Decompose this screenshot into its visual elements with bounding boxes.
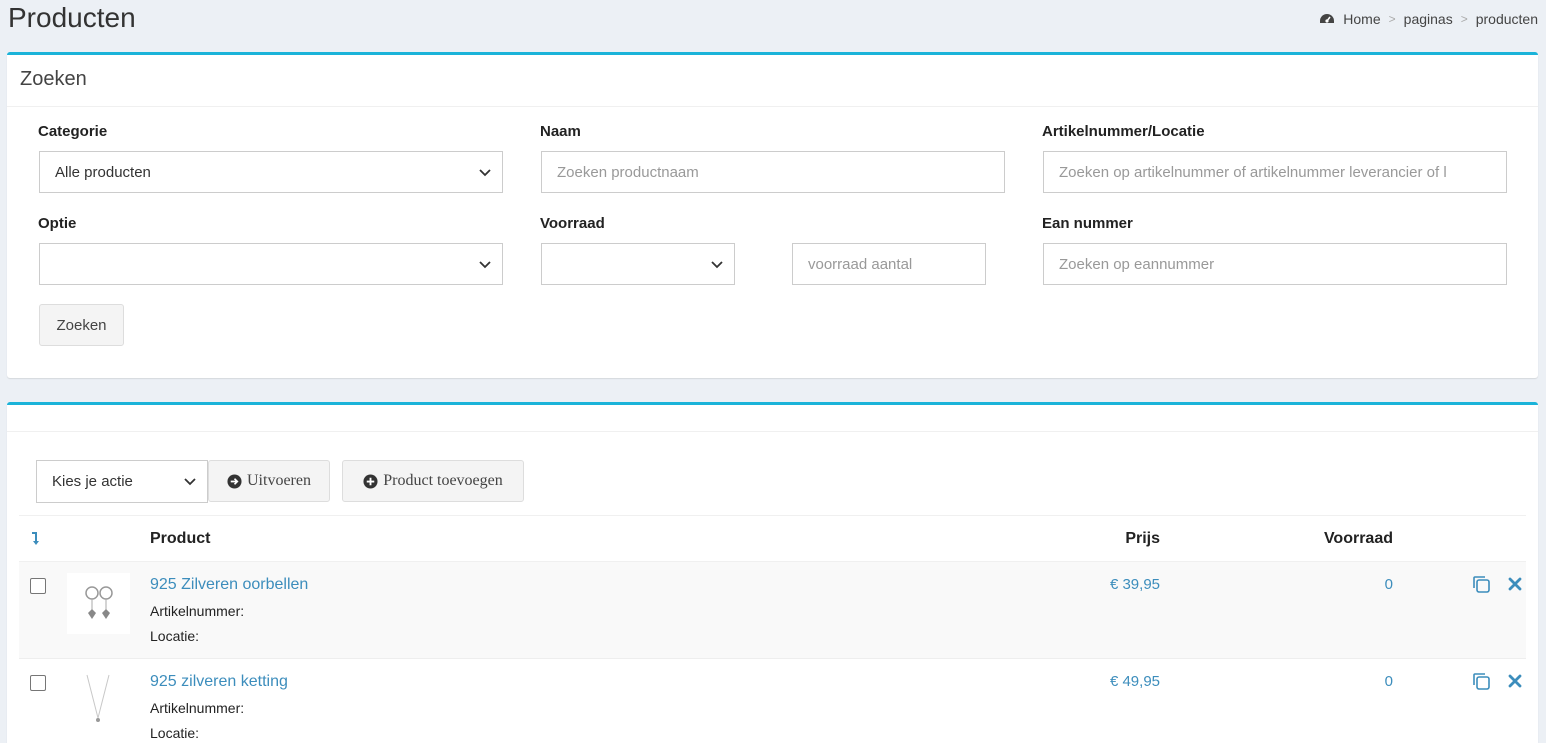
execute-label: Uitvoeren — [247, 472, 311, 489]
optie-select[interactable] — [39, 243, 503, 285]
add-product-button[interactable]: Product toevoegen — [342, 460, 524, 502]
chevron-down-icon — [711, 261, 723, 269]
product-name-link[interactable]: 925 Zilveren oorbellen — [150, 576, 308, 594]
breadcrumb-home[interactable]: Home — [1343, 11, 1380, 27]
stock-link[interactable]: 0 — [1385, 576, 1393, 593]
search-button[interactable]: Zoeken — [39, 304, 124, 346]
column-voorraad[interactable]: Voorraad — [1324, 530, 1393, 548]
locatie-text: Locatie: — [150, 725, 200, 741]
stock-link[interactable]: 0 — [1385, 673, 1393, 690]
table-row: 925 zilveren ketting Artikelnummer: Loca… — [19, 659, 1526, 743]
naam-input[interactable]: Zoeken productnaam — [541, 151, 1005, 193]
price-link[interactable]: € 39,95 — [1110, 576, 1160, 593]
search-panel: Zoeken Categorie Alle producten Naam Zoe… — [7, 52, 1538, 378]
page-title: Producten — [8, 2, 136, 33]
dashboard-icon — [1320, 14, 1335, 23]
voorraad-label: Voorraad — [540, 215, 605, 232]
artikelnummer-input[interactable]: Zoeken op artikelnummer of artikelnummer… — [1043, 151, 1507, 193]
product-list-header — [7, 405, 1538, 432]
table-header: Product Prijs Voorraad — [19, 515, 1526, 562]
voorraad-aantal-input[interactable]: voorraad aantal — [792, 243, 986, 285]
chevron-down-icon — [479, 261, 491, 269]
breadcrumb-paginas[interactable]: paginas — [1404, 11, 1453, 27]
table-row: 925 Zilveren oorbellen Artikelnummer: Lo… — [19, 562, 1526, 659]
close-icon[interactable] — [1506, 672, 1524, 690]
bulk-action-select[interactable]: Kies je actie — [36, 460, 208, 503]
categorie-label: Categorie — [38, 123, 108, 140]
copy-icon[interactable] — [1471, 671, 1491, 691]
product-thumbnail-necklace[interactable] — [67, 670, 130, 731]
product-thumbnail-earrings[interactable] — [67, 573, 130, 634]
artikelnummer-text: Artikelnummer: — [150, 603, 245, 619]
product-name-link[interactable]: 925 zilveren ketting — [150, 673, 288, 691]
product-list-panel: Kies je actie Uitvoeren Product toevoege… — [7, 402, 1538, 743]
sort-icon[interactable] — [30, 532, 42, 546]
voorraad-select[interactable] — [541, 243, 735, 285]
execute-button[interactable]: Uitvoeren — [208, 460, 330, 502]
bulk-action-value: Kies je actie — [52, 473, 133, 490]
column-prijs[interactable]: Prijs — [1125, 530, 1160, 548]
artikelnummer-text: Artikelnummer: — [150, 700, 245, 716]
plus-circle-icon — [363, 473, 378, 489]
price-link[interactable]: € 49,95 — [1110, 673, 1160, 690]
search-panel-title: Zoeken — [20, 68, 87, 90]
arrow-circle-right-icon — [227, 473, 242, 489]
search-panel-header: Zoeken — [7, 55, 1538, 107]
artikelnummer-label: Artikelnummer/Locatie — [1042, 123, 1205, 140]
optie-label: Optie — [38, 215, 77, 232]
product-table: Product Prijs Voorraad 925 Zilveren oorb… — [19, 515, 1526, 743]
chevron-down-icon — [479, 169, 491, 177]
row-checkbox[interactable] — [30, 578, 46, 594]
close-icon[interactable] — [1506, 575, 1524, 593]
ean-label: Ean nummer — [1042, 215, 1133, 232]
naam-label: Naam — [540, 123, 581, 140]
chevron-down-icon — [184, 478, 196, 486]
add-product-label: Product toevoegen — [383, 472, 503, 489]
row-checkbox[interactable] — [30, 675, 46, 691]
categorie-value: Alle producten — [55, 163, 151, 181]
breadcrumb: Home > paginas > producten — [1319, 11, 1538, 27]
breadcrumb-current: producten — [1475, 11, 1538, 27]
categorie-select[interactable]: Alle producten — [39, 151, 503, 193]
column-product[interactable]: Product — [150, 530, 210, 548]
breadcrumb-separator: > — [1388, 12, 1396, 26]
ean-input[interactable]: Zoeken op eannummer — [1043, 243, 1507, 285]
breadcrumb-separator: > — [1460, 12, 1468, 26]
locatie-text: Locatie: — [150, 628, 200, 644]
copy-icon[interactable] — [1471, 574, 1491, 594]
